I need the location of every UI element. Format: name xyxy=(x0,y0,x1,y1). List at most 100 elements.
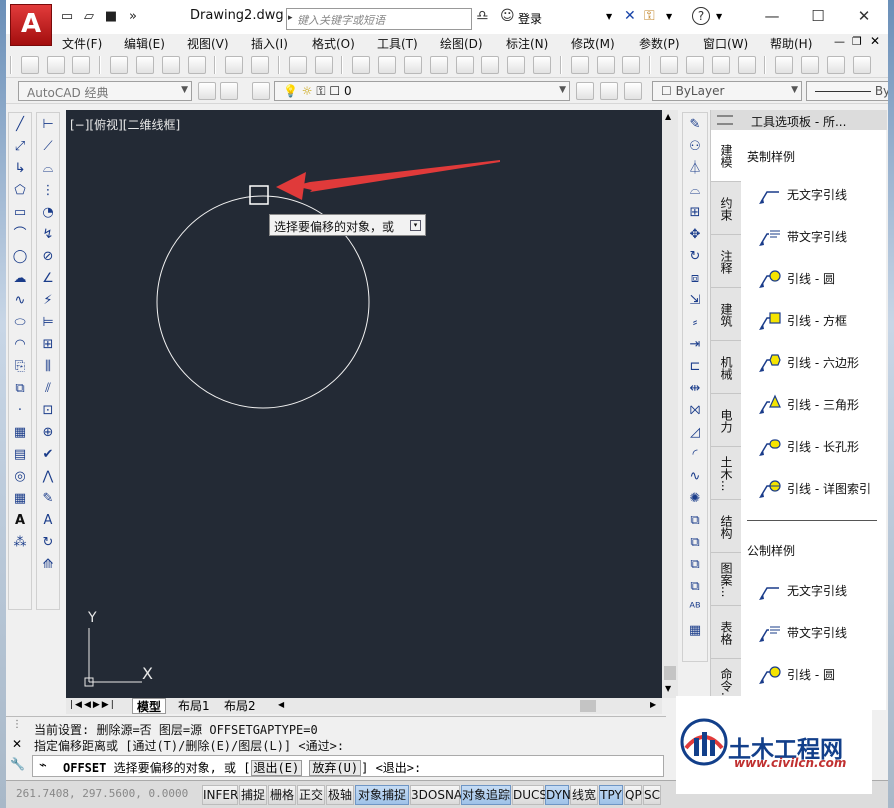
trim-icon[interactable]: ⸗ xyxy=(686,314,704,332)
status-ducs[interactable]: DUCS xyxy=(512,785,547,805)
command-customize-icon[interactable]: 🔧 xyxy=(10,757,25,771)
add-selected-icon[interactable]: ⁂ xyxy=(11,534,29,552)
make-current-layer-icon[interactable] xyxy=(576,82,594,100)
palette-tab-hatches[interactable]: 图案... xyxy=(711,554,741,606)
lock-dropdown-icon[interactable]: ▼ xyxy=(666,12,672,21)
search-input[interactable]: ▸ 键入关键字或短语 xyxy=(286,8,472,30)
tab-layout2[interactable]: 布局2 xyxy=(220,698,260,714)
scale-icon[interactable]: ⧈ xyxy=(686,270,704,288)
draw-order-back-icon[interactable]: ⧉ xyxy=(686,534,704,552)
explode-icon[interactable]: ✺ xyxy=(686,490,704,508)
multiline-text-icon[interactable]: A xyxy=(11,512,29,530)
open-icon[interactable] xyxy=(46,56,65,74)
bring-above-icon[interactable]: ⧉ xyxy=(686,556,704,574)
tab-model[interactable]: 模型 xyxy=(132,698,167,714)
blend-curves-icon[interactable]: ∿ xyxy=(686,468,704,486)
zoom-icon[interactable] xyxy=(378,56,397,74)
region-icon[interactable]: ◎ xyxy=(11,468,29,486)
publish-icon-2[interactable] xyxy=(711,56,730,74)
user-icon[interactable]: ☺ xyxy=(500,8,515,24)
menu-format[interactable]: 格式(O) xyxy=(312,35,355,52)
tool-imperial-leader-hexagon[interactable]: 引线 - 六边形 xyxy=(757,348,883,376)
option-exit[interactable]: 退出(E) xyxy=(250,760,303,776)
maximize-icon[interactable]: ☐ xyxy=(796,5,840,27)
new-file-icon[interactable]: ▭ xyxy=(58,9,76,25)
radius-dimension-icon[interactable]: ◔ xyxy=(39,204,57,222)
menu-edit[interactable]: 编辑(E) xyxy=(124,35,165,52)
menu-tools[interactable]: 工具(T) xyxy=(377,35,418,52)
layer-properties-icon[interactable] xyxy=(252,82,270,100)
scroll-down-icon[interactable]: ▼ xyxy=(665,684,671,693)
status-grid[interactable]: 栅格 xyxy=(268,785,296,805)
menu-modify[interactable]: 修改(M) xyxy=(571,35,615,52)
hatch-icon[interactable]: ▦ xyxy=(11,424,29,442)
inspection-icon[interactable]: ✔ xyxy=(39,446,57,464)
polygon-icon[interactable]: ⬠ xyxy=(11,182,29,200)
3d-dwf-icon[interactable] xyxy=(187,56,206,74)
point-icon[interactable]: · xyxy=(11,402,29,420)
status-tpy[interactable]: TPY xyxy=(599,785,623,805)
palette-tab-annotation[interactable]: 注释 xyxy=(711,236,741,288)
center-mark-icon[interactable]: ⊕ xyxy=(39,424,57,442)
palette-tab-electrical[interactable]: 电力 xyxy=(711,395,741,447)
copy-object-icon[interactable]: ⚇ xyxy=(686,138,704,156)
menu-parametric[interactable]: 参数(P) xyxy=(639,35,680,52)
dimension-update-icon[interactable]: ↻ xyxy=(39,534,57,552)
palette-tab-architectural[interactable]: 建筑 xyxy=(711,289,741,341)
scroll-up-icon[interactable]: ▲ xyxy=(665,112,671,121)
hatch-back-icon[interactable]: ▦ xyxy=(686,622,704,640)
spline-icon[interactable]: ∿ xyxy=(11,292,29,310)
hscroll-thumb[interactable] xyxy=(580,700,596,712)
3d-dwf-icon-2[interactable] xyxy=(737,56,756,74)
tool-imperial-leader-box[interactable]: 引线 - 方框 xyxy=(757,306,883,334)
login-dropdown-icon[interactable]: ▼ xyxy=(606,12,612,21)
workspace-save-icon[interactable] xyxy=(220,82,238,100)
status-ortho[interactable]: 正交 xyxy=(297,785,325,805)
menu-insert[interactable]: 插入(I) xyxy=(251,35,288,52)
dimension-edit-icon[interactable]: ✎ xyxy=(39,490,57,508)
drawing-canvas[interactable]: [−][俯视][二维线框] Y X 选择要偏移的对象，或 ▾ xyxy=(66,110,662,698)
dimension-style-icon[interactable]: ⟰ xyxy=(39,556,57,574)
search-expand-icon[interactable]: ▸ xyxy=(288,13,293,23)
help-icon[interactable]: ? xyxy=(692,7,710,25)
match-properties-icon-2[interactable] xyxy=(852,56,871,74)
doc-restore-icon[interactable]: ❐ xyxy=(852,35,862,48)
construction-line-icon[interactable]: ⤢ xyxy=(11,138,29,156)
lock-icon[interactable]: ⚿ xyxy=(644,8,655,24)
ordinate-dimension-icon[interactable]: ⋮ xyxy=(39,182,57,200)
help-dropdown-icon[interactable]: ▼ xyxy=(716,12,722,21)
new-icon-2[interactable] xyxy=(570,56,589,74)
menu-help[interactable]: 帮助(H) xyxy=(770,35,812,52)
palette-tab-civil[interactable]: 土木... xyxy=(711,448,741,500)
chamfer-icon[interactable]: ◿ xyxy=(686,424,704,442)
ellipse-arc-icon[interactable]: ◠ xyxy=(11,336,29,354)
coordinates-readout[interactable]: 261.7408, 297.5600, 0.0000 xyxy=(16,787,188,800)
paste-icon[interactable] xyxy=(826,56,845,74)
dimension-break-icon[interactable]: ⫽ xyxy=(39,380,57,398)
copy-icon[interactable] xyxy=(800,56,819,74)
menu-file[interactable]: 文件(F) xyxy=(62,35,102,52)
color-dropdown[interactable]: ☐ ByLayer ▼ xyxy=(652,81,802,101)
hscroll-left-icon[interactable]: ◀ xyxy=(278,700,284,709)
stretch-icon[interactable]: ⇲ xyxy=(686,292,704,310)
publish-icon[interactable] xyxy=(161,56,180,74)
layer-states-icon[interactable] xyxy=(624,82,642,100)
linetype-dropdown[interactable]: By xyxy=(806,81,888,101)
ellipse-icon[interactable]: ⬭ xyxy=(11,314,29,332)
option-undo[interactable]: 放弃(U) xyxy=(309,760,362,776)
tool-palettes-icon[interactable] xyxy=(455,56,474,74)
redo-icon[interactable] xyxy=(314,56,333,74)
status-polar[interactable]: 极轴 xyxy=(326,785,354,805)
arc-length-icon[interactable]: ⌓ xyxy=(39,160,57,178)
block-editor-icon[interactable] xyxy=(251,56,270,74)
tool-imperial-leader-triangle[interactable]: 引线 - 三角形 xyxy=(757,390,883,418)
properties-icon[interactable] xyxy=(403,56,422,74)
save-icon-2[interactable] xyxy=(622,56,641,74)
status-snap[interactable]: 捕捉 xyxy=(239,785,267,805)
save-icon[interactable]: ■ xyxy=(102,9,120,25)
angular-dimension-icon[interactable]: ∠ xyxy=(39,270,57,288)
layer-previous-icon[interactable] xyxy=(600,82,618,100)
status-otrack[interactable]: 对象追踪 xyxy=(461,785,511,805)
dimension-text-edit-icon[interactable]: A xyxy=(39,512,57,530)
open-folder-icon[interactable]: ▱ xyxy=(80,9,98,25)
